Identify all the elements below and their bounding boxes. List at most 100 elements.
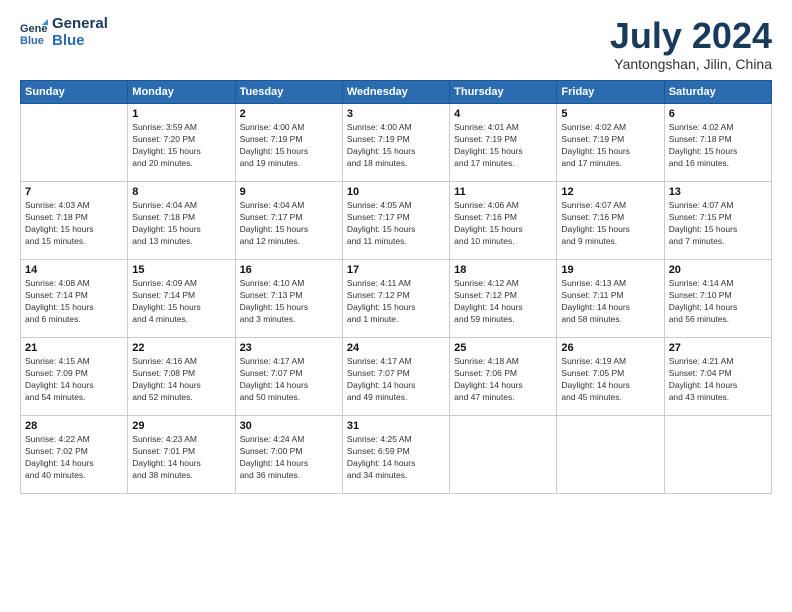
calendar-cell: 19Sunrise: 4:13 AM Sunset: 7:11 PM Dayli… [557, 259, 664, 337]
header-cell-wednesday: Wednesday [342, 80, 449, 103]
cell-info: Sunrise: 4:16 AM Sunset: 7:08 PM Dayligh… [132, 356, 230, 404]
calendar-cell: 10Sunrise: 4:05 AM Sunset: 7:17 PM Dayli… [342, 181, 449, 259]
cell-info: Sunrise: 4:04 AM Sunset: 7:18 PM Dayligh… [132, 200, 230, 248]
day-number: 7 [25, 185, 123, 200]
cell-info: Sunrise: 4:25 AM Sunset: 6:59 PM Dayligh… [347, 434, 445, 482]
day-number: 27 [669, 341, 767, 356]
header-cell-monday: Monday [128, 80, 235, 103]
month-title: July 2024 [610, 16, 772, 56]
cell-info: Sunrise: 4:19 AM Sunset: 7:05 PM Dayligh… [561, 356, 659, 404]
day-number: 4 [454, 107, 552, 122]
header-row: SundayMondayTuesdayWednesdayThursdayFrid… [21, 80, 772, 103]
calendar-cell: 6Sunrise: 4:02 AM Sunset: 7:18 PM Daylig… [664, 103, 771, 181]
calendar-cell: 25Sunrise: 4:18 AM Sunset: 7:06 PM Dayli… [450, 337, 557, 415]
calendar-table: SundayMondayTuesdayWednesdayThursdayFrid… [20, 80, 772, 494]
calendar-cell [21, 103, 128, 181]
day-number: 13 [669, 185, 767, 200]
calendar-cell: 13Sunrise: 4:07 AM Sunset: 7:15 PM Dayli… [664, 181, 771, 259]
cell-info: Sunrise: 4:11 AM Sunset: 7:12 PM Dayligh… [347, 278, 445, 326]
calendar-cell: 14Sunrise: 4:08 AM Sunset: 7:14 PM Dayli… [21, 259, 128, 337]
day-number: 15 [132, 263, 230, 278]
day-number: 30 [240, 419, 338, 434]
week-row-4: 28Sunrise: 4:22 AM Sunset: 7:02 PM Dayli… [21, 415, 772, 493]
week-row-1: 7Sunrise: 4:03 AM Sunset: 7:18 PM Daylig… [21, 181, 772, 259]
cell-info: Sunrise: 4:01 AM Sunset: 7:19 PM Dayligh… [454, 122, 552, 170]
header-cell-saturday: Saturday [664, 80, 771, 103]
day-number: 21 [25, 341, 123, 356]
calendar-cell: 1Sunrise: 3:59 AM Sunset: 7:20 PM Daylig… [128, 103, 235, 181]
cell-info: Sunrise: 4:02 AM Sunset: 7:18 PM Dayligh… [669, 122, 767, 170]
calendar-cell: 3Sunrise: 4:00 AM Sunset: 7:19 PM Daylig… [342, 103, 449, 181]
calendar-cell: 30Sunrise: 4:24 AM Sunset: 7:00 PM Dayli… [235, 415, 342, 493]
calendar-cell: 29Sunrise: 4:23 AM Sunset: 7:01 PM Dayli… [128, 415, 235, 493]
calendar-cell: 22Sunrise: 4:16 AM Sunset: 7:08 PM Dayli… [128, 337, 235, 415]
logo-icon: General Blue [20, 19, 48, 47]
header-cell-tuesday: Tuesday [235, 80, 342, 103]
cell-info: Sunrise: 4:23 AM Sunset: 7:01 PM Dayligh… [132, 434, 230, 482]
day-number: 18 [454, 263, 552, 278]
day-number: 10 [347, 185, 445, 200]
week-row-2: 14Sunrise: 4:08 AM Sunset: 7:14 PM Dayli… [21, 259, 772, 337]
logo: General Blue General Blue [20, 16, 108, 49]
day-number: 31 [347, 419, 445, 434]
cell-info: Sunrise: 4:24 AM Sunset: 7:00 PM Dayligh… [240, 434, 338, 482]
logo-text: General Blue [52, 16, 108, 49]
day-number: 19 [561, 263, 659, 278]
calendar-page: General Blue General Blue July 2024 Yant… [0, 0, 792, 612]
day-number: 9 [240, 185, 338, 200]
header-cell-thursday: Thursday [450, 80, 557, 103]
day-number: 2 [240, 107, 338, 122]
svg-text:Blue: Blue [20, 35, 44, 47]
day-number: 5 [561, 107, 659, 122]
header-cell-sunday: Sunday [21, 80, 128, 103]
cell-info: Sunrise: 4:10 AM Sunset: 7:13 PM Dayligh… [240, 278, 338, 326]
week-row-0: 1Sunrise: 3:59 AM Sunset: 7:20 PM Daylig… [21, 103, 772, 181]
calendar-cell: 5Sunrise: 4:02 AM Sunset: 7:19 PM Daylig… [557, 103, 664, 181]
cell-info: Sunrise: 4:09 AM Sunset: 7:14 PM Dayligh… [132, 278, 230, 326]
cell-info: Sunrise: 4:14 AM Sunset: 7:10 PM Dayligh… [669, 278, 767, 326]
calendar-cell: 16Sunrise: 4:10 AM Sunset: 7:13 PM Dayli… [235, 259, 342, 337]
header-cell-friday: Friday [557, 80, 664, 103]
day-number: 20 [669, 263, 767, 278]
cell-info: Sunrise: 4:05 AM Sunset: 7:17 PM Dayligh… [347, 200, 445, 248]
calendar-cell: 28Sunrise: 4:22 AM Sunset: 7:02 PM Dayli… [21, 415, 128, 493]
calendar-cell: 26Sunrise: 4:19 AM Sunset: 7:05 PM Dayli… [557, 337, 664, 415]
day-number: 3 [347, 107, 445, 122]
cell-info: Sunrise: 4:13 AM Sunset: 7:11 PM Dayligh… [561, 278, 659, 326]
calendar-cell: 21Sunrise: 4:15 AM Sunset: 7:09 PM Dayli… [21, 337, 128, 415]
cell-info: Sunrise: 4:07 AM Sunset: 7:16 PM Dayligh… [561, 200, 659, 248]
calendar-cell: 12Sunrise: 4:07 AM Sunset: 7:16 PM Dayli… [557, 181, 664, 259]
cell-info: Sunrise: 4:04 AM Sunset: 7:17 PM Dayligh… [240, 200, 338, 248]
title-block: July 2024 Yantongshan, Jilin, China [610, 16, 772, 72]
calendar-cell [450, 415, 557, 493]
day-number: 8 [132, 185, 230, 200]
cell-info: Sunrise: 4:17 AM Sunset: 7:07 PM Dayligh… [240, 356, 338, 404]
calendar-cell: 4Sunrise: 4:01 AM Sunset: 7:19 PM Daylig… [450, 103, 557, 181]
day-number: 25 [454, 341, 552, 356]
calendar-cell: 8Sunrise: 4:04 AM Sunset: 7:18 PM Daylig… [128, 181, 235, 259]
cell-info: Sunrise: 4:22 AM Sunset: 7:02 PM Dayligh… [25, 434, 123, 482]
calendar-cell: 15Sunrise: 4:09 AM Sunset: 7:14 PM Dayli… [128, 259, 235, 337]
calendar-cell: 18Sunrise: 4:12 AM Sunset: 7:12 PM Dayli… [450, 259, 557, 337]
cell-info: Sunrise: 3:59 AM Sunset: 7:20 PM Dayligh… [132, 122, 230, 170]
cell-info: Sunrise: 4:18 AM Sunset: 7:06 PM Dayligh… [454, 356, 552, 404]
calendar-cell: 11Sunrise: 4:06 AM Sunset: 7:16 PM Dayli… [450, 181, 557, 259]
cell-info: Sunrise: 4:08 AM Sunset: 7:14 PM Dayligh… [25, 278, 123, 326]
cell-info: Sunrise: 4:02 AM Sunset: 7:19 PM Dayligh… [561, 122, 659, 170]
header: General Blue General Blue July 2024 Yant… [20, 16, 772, 72]
cell-info: Sunrise: 4:17 AM Sunset: 7:07 PM Dayligh… [347, 356, 445, 404]
calendar-cell [557, 415, 664, 493]
cell-info: Sunrise: 4:15 AM Sunset: 7:09 PM Dayligh… [25, 356, 123, 404]
calendar-cell: 23Sunrise: 4:17 AM Sunset: 7:07 PM Dayli… [235, 337, 342, 415]
day-number: 16 [240, 263, 338, 278]
day-number: 6 [669, 107, 767, 122]
day-number: 12 [561, 185, 659, 200]
cell-info: Sunrise: 4:00 AM Sunset: 7:19 PM Dayligh… [240, 122, 338, 170]
week-row-3: 21Sunrise: 4:15 AM Sunset: 7:09 PM Dayli… [21, 337, 772, 415]
cell-info: Sunrise: 4:12 AM Sunset: 7:12 PM Dayligh… [454, 278, 552, 326]
day-number: 14 [25, 263, 123, 278]
day-number: 1 [132, 107, 230, 122]
calendar-cell: 20Sunrise: 4:14 AM Sunset: 7:10 PM Dayli… [664, 259, 771, 337]
cell-info: Sunrise: 4:06 AM Sunset: 7:16 PM Dayligh… [454, 200, 552, 248]
calendar-cell: 7Sunrise: 4:03 AM Sunset: 7:18 PM Daylig… [21, 181, 128, 259]
